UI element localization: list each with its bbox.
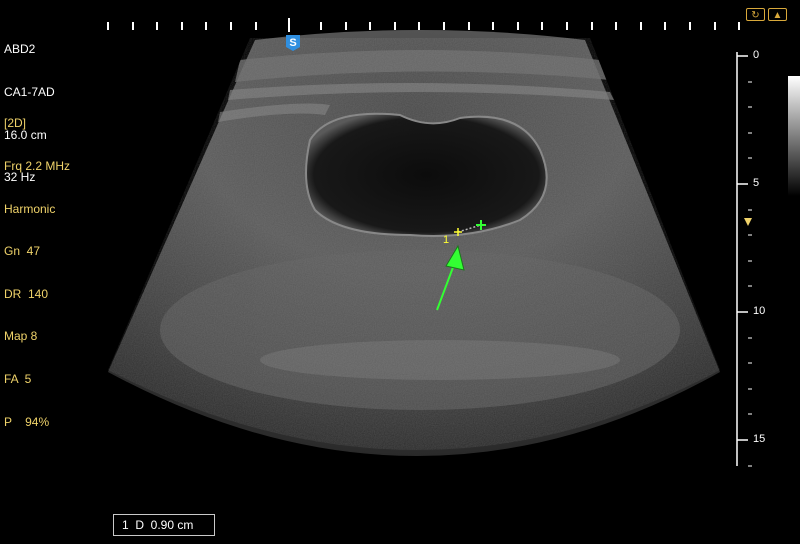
cine-loop-icon[interactable]: ↻ xyxy=(746,8,765,21)
mode-label: [2D] xyxy=(4,116,27,131)
svg-text:S: S xyxy=(289,37,296,49)
harmonic-label: Harmonic xyxy=(4,201,56,216)
power-label: P 94% xyxy=(4,414,50,429)
depth-label-10: 10 xyxy=(753,305,766,317)
mode-icons: ↻ ▲ xyxy=(746,8,787,21)
orientation-marker-icon: S xyxy=(286,35,300,51)
depth-label-5: 5 xyxy=(753,177,760,189)
focus-marker xyxy=(744,218,752,226)
biopsy-icon[interactable]: ▲ xyxy=(768,8,787,21)
depth-label-0: 0 xyxy=(753,49,760,61)
bladder-lumen xyxy=(305,112,548,237)
gain-label: Gn 47 xyxy=(4,244,41,259)
ultrasound-image: 1 xyxy=(107,18,752,467)
measurement-result: 1 D 0.90 cm xyxy=(113,514,215,536)
frequency-label: Frq 2.2 MHz xyxy=(4,159,71,173)
grayscale-bar xyxy=(788,76,800,196)
dynamic-range-label: DR 140 xyxy=(4,286,49,301)
frame-avg-label: FA 5 xyxy=(4,371,32,386)
top-tick-marks xyxy=(107,18,740,32)
depth-scale-ruler xyxy=(736,52,752,467)
ultrasound-screen: 1 ABD2 CA1-7AD 16.0 cm 32 Hz [2D] Frq 2.… xyxy=(0,0,800,544)
caliper-index-label: 1 xyxy=(443,234,449,246)
depth-label-15: 15 xyxy=(753,433,766,445)
preset-label: ABD2 xyxy=(4,42,36,57)
imaging-params: [2D] Frq 2.2 MHz Harmonic Gn 47 DR 140 M… xyxy=(4,88,70,457)
map-label: Map 8 xyxy=(4,329,38,344)
